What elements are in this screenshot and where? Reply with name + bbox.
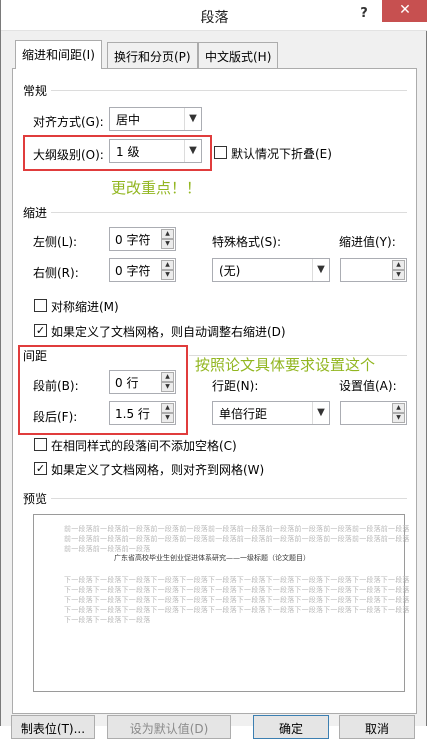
setting-value-label: 设置值(A): (339, 379, 397, 393)
spin-down-icon[interactable]: ▼ (161, 270, 174, 280)
preview-previous-line: 前一段落前一段落前一段落前一段落前一段落前一段落前一段落前一段落前一段落前一段落… (64, 525, 410, 533)
preview-sample-text: 广东省高校毕业生创业促进体系研究——一级标题（论文题目） (114, 554, 310, 562)
close-button[interactable]: ✕ (382, 0, 427, 22)
spin-up-icon[interactable]: ▲ (392, 260, 405, 270)
indent-left-spinner[interactable]: 0 字符 ▲ ▼ (109, 227, 176, 251)
help-button[interactable]: ? (355, 4, 373, 24)
preview-next-line: 下一段落下一段落下一段落下一段落下一段落下一段落下一段落下一段落下一段落下一段落… (64, 586, 410, 594)
collapse-label: 默认情况下折叠(E) (231, 147, 332, 161)
set-default-button[interactable]: 设为默认值(D) (107, 715, 231, 739)
line-spacing-value: 单倍行距 (219, 407, 268, 421)
general-section-title: 常规 (23, 84, 48, 98)
spin-down-icon[interactable]: ▼ (392, 413, 405, 423)
indent-right-spinner[interactable]: 0 字符 ▲ ▼ (109, 258, 176, 282)
section-divider (51, 212, 407, 213)
no-space-same-style-checkbox[interactable] (34, 438, 47, 451)
special-format-value: (无) (219, 264, 241, 278)
spin-up-icon[interactable]: ▲ (161, 372, 174, 382)
preview-next-line: 下一段落下一段落下一段落下一段落下一段落下一段落下一段落下一段落下一段落下一段落… (64, 596, 410, 604)
indent-left-label: 左侧(L): (33, 235, 78, 249)
paragraph-dialog: 段落 ? ✕ 缩进和间距(I) 换行和分页(P) 中文版式(H) 常规 对齐方式… (0, 0, 427, 739)
snap-to-grid-checkbox[interactable]: ✓ (34, 462, 47, 475)
no-space-same-style-label: 在相同样式的段落间不添加空格(C) (51, 439, 237, 453)
indent-right-label: 右侧(R): (33, 266, 79, 280)
section-divider (51, 90, 407, 91)
tab-indent-spacing[interactable]: 缩进和间距(I) (15, 40, 102, 69)
space-before-value: 0 行 (115, 376, 139, 390)
mirror-indent-label: 对称缩进(M) (51, 300, 119, 314)
mirror-indent-checkbox[interactable] (34, 299, 47, 312)
outline-annotation: 更改重点！！ (111, 179, 202, 197)
indent-value-spinner[interactable]: ▲ ▼ (340, 258, 407, 282)
spin-down-icon[interactable]: ▼ (161, 239, 174, 249)
outline-level-select[interactable]: 1 级 ▼ (109, 139, 202, 163)
space-after-spinner[interactable]: 1.5 行 ▲ ▼ (109, 401, 176, 425)
spin-down-icon[interactable]: ▼ (161, 382, 174, 392)
spacing-section-title: 间距 (23, 349, 48, 363)
indent-left-value: 0 字符 (115, 233, 151, 247)
preview-box: 前一段落前一段落前一段落前一段落前一段落前一段落前一段落前一段落前一段落前一段落… (33, 514, 409, 692)
alignment-label: 对齐方式(G): (33, 115, 104, 129)
chevron-down-icon: ▼ (184, 140, 201, 162)
preview-next-line: 下一段落下一段落下一段落下一段落下一段落下一段落下一段落下一段落下一段落下一段落… (64, 576, 410, 584)
tabs-button[interactable]: 制表位(T)... (11, 715, 95, 739)
auto-adjust-indent-checkbox[interactable]: ✓ (34, 324, 47, 337)
space-after-value: 1.5 行 (115, 407, 150, 421)
cancel-button[interactable]: 取消 (339, 715, 415, 739)
spin-up-icon[interactable]: ▲ (161, 260, 174, 270)
spin-up-icon[interactable]: ▲ (392, 403, 405, 413)
special-format-select[interactable]: (无) ▼ (212, 258, 330, 282)
section-divider (51, 498, 407, 499)
collapse-checkbox[interactable] (214, 146, 227, 159)
chevron-down-icon: ▼ (184, 108, 201, 130)
title-bar: 段落 ? ✕ (1, 0, 427, 31)
alignment-value: 居中 (116, 113, 141, 127)
ok-button[interactable]: 确定 (253, 715, 329, 739)
line-spacing-select[interactable]: 单倍行距 ▼ (212, 401, 330, 425)
snap-to-grid-label: 如果定义了文档网格，则对齐到网格(W) (51, 463, 265, 477)
space-after-label: 段后(F): (33, 410, 78, 424)
spin-up-icon[interactable]: ▲ (161, 229, 174, 239)
outline-level-value: 1 级 (116, 145, 140, 159)
spacing-annotation: 按照论文具体要求设置这个 (195, 356, 376, 374)
preview-previous-line: 前一段落前一段落前一段落前一段落前一段落前一段落前一段落前一段落前一段落前一段落… (64, 535, 410, 543)
chevron-down-icon: ▼ (312, 402, 329, 424)
spin-up-icon[interactable]: ▲ (161, 403, 174, 413)
space-before-label: 段前(B): (33, 379, 79, 393)
spin-down-icon[interactable]: ▼ (161, 413, 174, 423)
line-spacing-label: 行距(N): (212, 379, 259, 393)
special-format-label: 特殊格式(S): (212, 235, 282, 249)
space-before-spinner[interactable]: 0 行 ▲ ▼ (109, 370, 176, 394)
spin-down-icon[interactable]: ▼ (392, 270, 405, 280)
alignment-select[interactable]: 居中 ▼ (109, 107, 202, 131)
chevron-down-icon: ▼ (312, 259, 329, 281)
indent-right-value: 0 字符 (115, 264, 151, 278)
tab-line-page-breaks[interactable]: 换行和分页(P) (107, 42, 198, 68)
preview-section-title: 预览 (23, 492, 48, 506)
preview-next-line: 下一段落下一段落下一段落 (64, 616, 151, 624)
indent-value-label: 缩进值(Y): (339, 235, 396, 249)
indent-section-title: 缩进 (23, 206, 48, 220)
outline-level-label: 大纲级别(O): (33, 148, 104, 162)
setting-value-spinner[interactable]: ▲ ▼ (340, 401, 407, 425)
tab-asian-typography[interactable]: 中文版式(H) (198, 42, 279, 68)
auto-adjust-indent-label: 如果定义了文档网格，则自动调整右缩进(D) (51, 325, 286, 339)
preview-next-line: 下一段落下一段落下一段落下一段落下一段落下一段落下一段落下一段落下一段落下一段落… (64, 606, 410, 614)
